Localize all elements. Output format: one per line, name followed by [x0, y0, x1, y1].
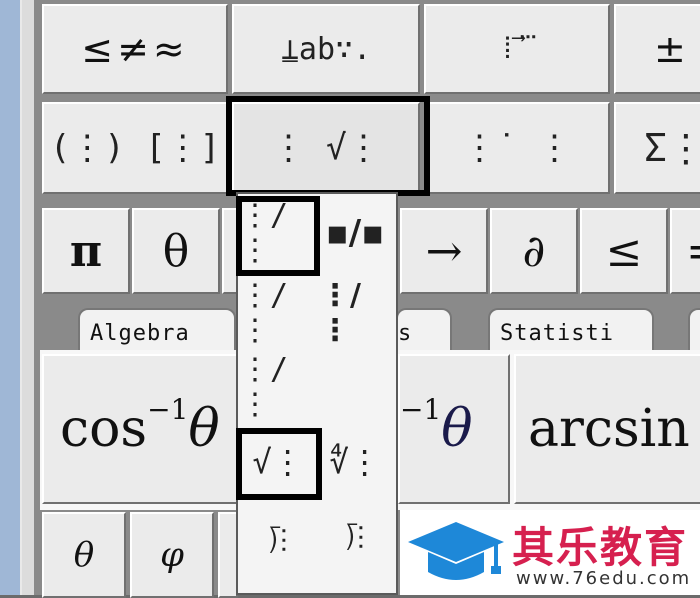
nth-root-item[interactable]: ∜⋮	[320, 428, 390, 496]
tab-statistics[interactable]: Statisti	[488, 308, 654, 352]
long-division-item[interactable]: ⟌⋮	[240, 508, 316, 578]
slash-fraction-small-item[interactable]: ⋮/⋮	[320, 276, 390, 350]
more-symbols-label: =	[686, 226, 700, 277]
arcsin-template-button[interactable]: arcsin	[514, 354, 700, 504]
partial-derivative-label: ∂	[522, 225, 546, 277]
theta-italic-button[interactable]: θ	[42, 512, 126, 598]
slash-fraction-large-item[interactable]: ⋮/⋮	[240, 276, 316, 350]
slash-fraction-large-icon: ⋮/⋮	[240, 278, 289, 348]
tab-statistics-label: Statisti	[500, 321, 614, 346]
tab-algebra[interactable]: Algebra	[78, 308, 236, 352]
tab-derivations-label: s	[398, 321, 413, 346]
watermark-brand-name: 其乐教育	[512, 523, 689, 572]
relational-symbols-button[interactable]: ≤≠≈	[42, 4, 228, 94]
arccos-superscript: −1	[147, 393, 189, 426]
arccos-template-label: cos−1θ	[60, 393, 220, 459]
arccos-variable: θ	[188, 399, 220, 459]
inverse-function-superscript: −1	[400, 393, 442, 426]
theta-label: θ	[162, 225, 190, 277]
graduation-cap-icon	[408, 522, 504, 580]
long-division-with-quotient-icon: ⟌⋮	[345, 523, 365, 556]
pi-button[interactable]: π	[42, 208, 130, 294]
embellishments-button[interactable]: ⁞ ⃗ ⃛	[424, 4, 610, 94]
arccos-template-button[interactable]: cos−1θ	[42, 354, 238, 504]
arcsin-template-label: arcsin	[528, 399, 690, 459]
inverse-function-variable: θ	[441, 399, 473, 459]
long-division-icon: ⟌⋮	[268, 526, 288, 559]
subscript-superscript-templates-label: ⋮˙ ⋮	[462, 128, 572, 168]
left-window-edge	[0, 0, 22, 595]
fraction-radical-highlight-box	[226, 96, 430, 196]
long-division-with-quotient-item[interactable]: ⟌⋮	[320, 500, 390, 580]
summation-templates-label: Σ⋮	[644, 126, 700, 170]
fence-templates-label: (⋮) [⋮]	[49, 128, 221, 168]
small-fraction-icon: ▪/▪	[325, 213, 385, 253]
watermark-logo: 其乐教育 www.76edu.com	[400, 510, 700, 595]
more-symbols-button[interactable]: =	[670, 208, 700, 294]
less-equal-button[interactable]: ≤	[580, 208, 668, 294]
inverse-function-template-button[interactable]: −1θ	[398, 354, 510, 504]
slash-fraction-small-icon: ⋮/⋮	[320, 278, 361, 348]
partial-derivative-button[interactable]: ∂	[490, 208, 578, 294]
bevelled-fraction-item[interactable]: ⋮/⋮	[240, 350, 316, 424]
phi-italic-button[interactable]: φ	[130, 512, 214, 598]
spaces-ellipses-label: ⍊ab∵.	[280, 31, 372, 67]
hidden-bottom-button	[218, 512, 238, 598]
fence-templates-button[interactable]: (⋮) [⋮]	[42, 102, 228, 194]
square-root-highlight-box	[236, 428, 322, 500]
right-arrow-label: →	[425, 225, 463, 277]
nth-root-icon: ∜⋮	[329, 443, 381, 481]
embellishments-label: ⁞ ⃗ ⃛	[498, 30, 536, 66]
pi-label: π	[69, 225, 103, 277]
tab-algebra-label: Algebra	[90, 321, 190, 346]
phi-italic-label: φ	[160, 535, 184, 575]
left-window-frame	[22, 0, 34, 595]
relational-symbols-label: ≤≠≈	[81, 27, 189, 71]
tab-next[interactable]	[688, 308, 700, 352]
subscript-superscript-templates-button[interactable]: ⋮˙ ⋮	[424, 102, 610, 194]
arccos-base: cos	[60, 399, 148, 459]
bevelled-fraction-icon: ⋮/⋮	[240, 352, 289, 422]
watermark-url: www.76edu.com	[516, 568, 692, 589]
theta-italic-label: θ	[73, 535, 95, 575]
right-arrow-button[interactable]: →	[400, 208, 488, 294]
summation-templates-button[interactable]: Σ⋮	[614, 102, 700, 194]
spaces-ellipses-button[interactable]: ⍊ab∵.	[232, 4, 420, 94]
operator-symbols-button[interactable]: ±	[614, 4, 700, 94]
small-fraction-item[interactable]: ▪/▪	[320, 196, 390, 270]
operator-symbols-label: ±	[654, 27, 690, 71]
inverse-function-template-label: −1θ	[400, 393, 473, 459]
less-equal-label: ≤	[605, 225, 643, 277]
theta-button[interactable]: θ	[132, 208, 220, 294]
tab-derivations[interactable]: s	[396, 308, 452, 352]
full-fraction-highlight-box	[236, 196, 320, 276]
